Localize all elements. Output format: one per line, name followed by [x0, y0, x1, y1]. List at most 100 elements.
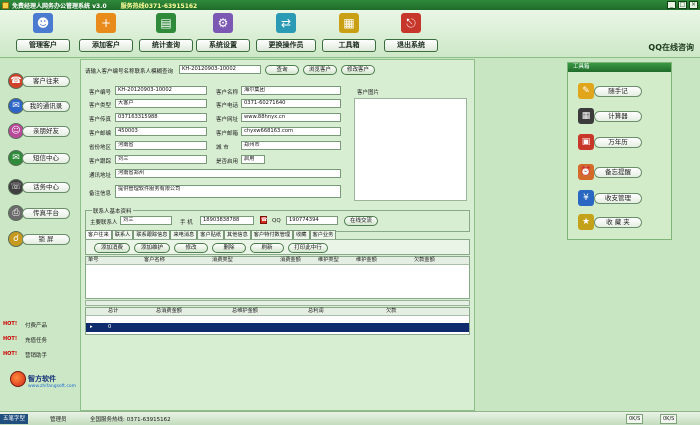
status-bar: 五笔字型 管理员 全国服务热线: 0371-63915162 0K/S 0K/S [0, 411, 700, 425]
hot-link-recharge[interactable]: 充值任务 [25, 336, 47, 344]
column-header[interactable]: 欠款 [386, 308, 396, 315]
column-header[interactable]: 维护类型 [318, 257, 339, 264]
delete-button[interactable]: 删除 [212, 243, 246, 253]
sidebar-item-fax[interactable]: ⎙ 传真平台 [8, 205, 74, 221]
close-button[interactable]: × [689, 1, 698, 9]
statistics-icon: ▤ [156, 13, 176, 33]
summary-table[interactable]: 总计 总消费金额 总维护金额 总利润 欠款 ▸ 0 [85, 307, 470, 335]
column-header[interactable]: 欠款金额 [414, 257, 435, 264]
customer-name-field[interactable]: 海尔集团 [241, 86, 341, 95]
edit-customer-button[interactable]: 修改客户 [341, 65, 375, 75]
toolbox-finance-button[interactable]: ¥ 收支管理 [578, 190, 662, 206]
province-field[interactable]: 河南省 [115, 141, 207, 150]
customer-zip-field[interactable]: 450003 [115, 127, 207, 136]
address-field[interactable]: 河南省郑州 [115, 169, 341, 178]
tab-other-info[interactable]: 其他信息 [224, 230, 251, 239]
mobile-label: 手 机 [180, 220, 193, 226]
toolbox-panel: 工具箱 ✎ 随手记 ▦ 计算器 ▣ 万年历 ⏰ 备忘提醒 ¥ 收支管理 ★ 收 … [567, 62, 672, 240]
customer-email-field[interactable]: chyxw668163.com [241, 127, 341, 136]
tab-special-payment[interactable]: 客户特付数管理 [250, 230, 294, 239]
customer-no-field[interactable]: KH-20120903-10002 [115, 86, 207, 95]
toolbox-calendar-button[interactable]: ▣ 万年历 [578, 134, 662, 150]
add-maintenance-button[interactable]: 添加维护 [134, 243, 170, 253]
search-input[interactable]: KH-20120903-10002 [179, 65, 261, 74]
toolbar-manage-customers-button[interactable]: ☻ 管理客户 [16, 12, 70, 56]
online-chat-button[interactable]: 在线交流 [344, 216, 378, 226]
hot-link-marketing[interactable]: 营销助手 [25, 351, 47, 359]
tab-follow-up[interactable]: 联系跟踪信息 [133, 230, 171, 239]
toolbox-item-label: 随手记 [594, 86, 642, 97]
toolbar-settings-button[interactable]: ⚙ 系统设置 [196, 12, 250, 56]
tab-contacts[interactable]: 联系人 [111, 230, 134, 239]
enabled-select[interactable]: 启用 [241, 155, 265, 164]
tab-customer-notes[interactable]: 客户贴纸 [197, 230, 225, 239]
main-toolbar: ☻ 管理客户 + 添加客户 ▤ 统计查询 ⚙ 系统设置 ⇄ 更换操作员 ▦ 工具… [0, 10, 700, 58]
add-consumption-button[interactable]: 添加消费 [94, 243, 130, 253]
toolbar-add-customer-button[interactable]: + 添加客户 [79, 12, 133, 56]
customer-phone-field[interactable]: 0371-60271640 [241, 99, 341, 108]
hot-link-paid-products[interactable]: 付费产品 [25, 321, 47, 329]
qq-field[interactable]: 190774394 [286, 216, 338, 225]
customer-site-field[interactable]: www.88hnyx.cn [241, 113, 341, 122]
refresh-button[interactable]: 刷新 [250, 243, 284, 253]
column-header[interactable]: 消费类型 [212, 257, 233, 264]
summary-total-cell: 0 [108, 324, 112, 330]
column-header[interactable]: 总消费金额 [156, 308, 182, 315]
edit-button[interactable]: 修改 [174, 243, 208, 253]
minimize-button[interactable]: _ [667, 1, 676, 9]
customer-photo[interactable] [354, 98, 467, 201]
toolbox-notepad-button[interactable]: ✎ 随手记 [578, 83, 662, 99]
toolbar-toolbox-button[interactable]: ▦ 工具箱 [322, 12, 376, 56]
brand-logo[interactable]: 智方软件 www.zhifangsoft.com [10, 371, 76, 401]
tab-customer-business[interactable]: 客户业务 [309, 230, 337, 239]
toolbox-favorites-button[interactable]: ★ 收 藏 夹 [578, 214, 662, 230]
sidebar-item-friends[interactable]: ☺ 亲朋好友 [8, 123, 74, 139]
toolbox-memo-button[interactable]: ⏰ 备忘提醒 [578, 164, 662, 180]
customer-fax-field[interactable]: 037163315988 [115, 113, 207, 122]
qq-label: QQ [272, 218, 281, 224]
query-button[interactable]: 查询 [265, 65, 299, 75]
records-table[interactable]: 单号 客户名称 消费类型 消费金额 维护类型 维护金额 欠款金额 [85, 256, 470, 299]
tab-customer-contact[interactable]: 客户往来 [85, 230, 112, 239]
toolbox-calculator-button[interactable]: ▦ 计算器 [578, 108, 662, 124]
column-header[interactable]: 总利润 [308, 308, 324, 315]
memo-icon: ⏰ [578, 164, 594, 180]
sidebar-item-phone[interactable]: ☏ 话务中心 [8, 179, 74, 195]
sidebar-item-customer-contact[interactable]: ☎ 客户往来 [8, 73, 74, 89]
action-bar: 添加消费 添加维护 修改 删除 刷新 打印此中行 [85, 239, 470, 255]
city-field[interactable]: 郑州市 [241, 141, 341, 150]
sidebar-item-sms[interactable]: ✉ 短信中心 [8, 150, 74, 166]
table-row[interactable]: ▸ 0 [86, 323, 469, 332]
sms-send-icon[interactable]: ☎ [260, 216, 267, 224]
main-contact-field[interactable]: 刘三 [120, 216, 172, 225]
brand-emblem-icon [10, 371, 26, 387]
column-header[interactable]: 消费金额 [280, 257, 301, 264]
tab-incoming-calls[interactable]: 来电消息 [170, 230, 198, 239]
sidebar-item-address-book[interactable]: ✉ 我的通讯录 [8, 98, 74, 114]
column-header[interactable]: 单号 [88, 257, 98, 264]
sidebar-item-lock-screen[interactable]: ☌ 锁 屏 [8, 231, 74, 247]
column-header[interactable]: 总计 [108, 308, 118, 315]
print-row-button[interactable]: 打印此中行 [288, 243, 328, 253]
column-header[interactable]: 维护金额 [356, 257, 377, 264]
remark-field[interactable]: 提供管理软件服务有限公司 [115, 185, 341, 198]
exit-icon: ⎋ [401, 13, 421, 33]
customer-type-field[interactable]: 大客户 [115, 99, 207, 108]
toolbar-exit-button[interactable]: ⎋ 退出系统 [384, 12, 438, 56]
tab-favorites[interactable]: 收藏 [293, 230, 310, 239]
enabled-label: 是否启用 [216, 159, 239, 165]
maximize-button[interactable]: □ [678, 1, 687, 9]
follow-field[interactable]: 刘三 [115, 155, 207, 164]
mobile-field[interactable]: 18903838788 [200, 216, 254, 225]
customer-fax-label: 客户传真 [89, 117, 112, 123]
column-header[interactable]: 客户名称 [144, 257, 165, 264]
column-header[interactable]: 总维护金额 [232, 308, 258, 315]
toolbar-switch-operator-button[interactable]: ⇄ 更换操作员 [256, 12, 316, 56]
horizontal-scrollbar[interactable] [85, 300, 470, 306]
status-operator: 管理员 [50, 417, 67, 423]
follow-label: 客户跟踪 [89, 159, 112, 165]
toolbar-statistics-button[interactable]: ▤ 统计查询 [139, 12, 193, 56]
browse-customers-button[interactable]: 浏览客户 [303, 65, 337, 75]
remark-label: 备注信息 [89, 191, 112, 197]
qq-online-consult-link[interactable]: QQ在线咨询 [648, 42, 694, 53]
